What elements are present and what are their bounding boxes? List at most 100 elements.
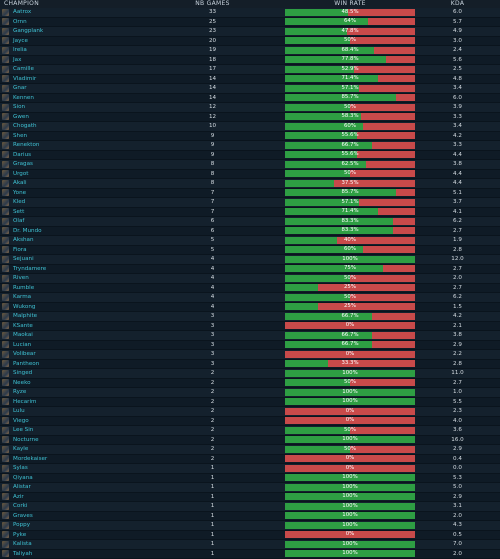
champion-name[interactable]: Akshan	[13, 237, 34, 243]
champion-name[interactable]: Vladimir	[13, 76, 36, 82]
table-row[interactable]: Sylas 1 0% 0.0	[0, 463, 500, 474]
champion-name[interactable]: Chogath	[13, 123, 37, 129]
table-row[interactable]: Aatrox 33 48.5% 6.0	[0, 8, 500, 18]
table-row[interactable]: Neeko 2 50% 2.7	[0, 378, 500, 388]
table-row[interactable]: Hecarim 2 100% 5.5	[0, 397, 500, 407]
table-row[interactable]: Pantheon 3 33.3% 2.8	[0, 359, 500, 369]
champion-name[interactable]: Maokai	[13, 332, 33, 338]
table-row[interactable]: Graves 1 100% 2.0	[0, 511, 500, 521]
champion-name[interactable]: KSante	[13, 323, 33, 329]
table-row[interactable]: Darius 9 55.6% 4.4	[0, 150, 500, 160]
table-row[interactable]: Ryze 2 100% 1.0	[0, 387, 500, 398]
champion-name[interactable]: Rumble	[13, 285, 34, 291]
table-row[interactable]: Jax 18 77.8% 5.6	[0, 55, 500, 65]
champion-name[interactable]: Darius	[13, 152, 31, 158]
table-row[interactable]: Taliyah 1 100% 2.0	[0, 549, 500, 559]
champion-name[interactable]: Gnar	[13, 85, 27, 91]
table-row[interactable]: Mordekaiser 2 0% 0.4	[0, 454, 500, 464]
table-row[interactable]: Poppy 1 100% 4.3	[0, 520, 500, 531]
table-row[interactable]: KSante 3 0% 2.1	[0, 321, 500, 331]
table-row[interactable]: Malphite 3 66.7% 4.2	[0, 311, 500, 322]
champion-name[interactable]: Akali	[13, 180, 27, 186]
champion-name[interactable]: Kled	[13, 199, 25, 205]
champion-name[interactable]: Pantheon	[13, 361, 39, 367]
table-row[interactable]: Akshan 5 40% 1.9	[0, 235, 500, 246]
champion-name[interactable]: Renekton	[13, 142, 39, 148]
champion-name[interactable]: Qiyana	[13, 475, 33, 481]
champion-name[interactable]: Lucian	[13, 342, 31, 348]
table-row[interactable]: Volibear 3 0% 2.2	[0, 349, 500, 360]
table-row[interactable]: Camille 17 52.9% 2.5	[0, 64, 500, 75]
table-row[interactable]: Azir 1 100% 2.9	[0, 492, 500, 502]
table-row[interactable]: Akali 8 37.5% 4.4	[0, 178, 500, 189]
table-row[interactable]: Kled 7 57.1% 3.7	[0, 197, 500, 208]
column-header-champion[interactable]: CHAMPION	[0, 0, 140, 8]
champion-name[interactable]: Corki	[13, 503, 27, 509]
table-row[interactable]: Gnar 14 57.1% 3.4	[0, 83, 500, 94]
table-row[interactable]: Pyke 1 0% 0.5	[0, 530, 500, 540]
champion-name[interactable]: Jax	[13, 57, 21, 63]
champion-name[interactable]: Tryndamere	[13, 266, 46, 272]
table-row[interactable]: Sejuani 4 100% 12.0	[0, 254, 500, 265]
champion-name[interactable]: Dr. Mundo	[13, 228, 42, 234]
table-row[interactable]: Dr. Mundo 6 83.3% 2.7	[0, 226, 500, 236]
table-row[interactable]: Lulu 2 0% 2.3	[0, 406, 500, 417]
champion-name[interactable]: Lulu	[13, 408, 25, 414]
column-header-winrate[interactable]: WIN RATE	[285, 0, 415, 8]
table-row[interactable]: Renekton 9 66.7% 3.3	[0, 140, 500, 151]
champion-name[interactable]: Aatrox	[13, 9, 31, 15]
champion-name[interactable]: Ornn	[13, 19, 27, 25]
champion-name[interactable]: Kennen	[13, 95, 34, 101]
table-row[interactable]: Chogath 10 60% 3.4	[0, 121, 500, 132]
table-row[interactable]: Lucian 3 66.7% 2.9	[0, 340, 500, 350]
champion-name[interactable]: Jayce	[13, 38, 28, 44]
table-row[interactable]: Lee Sin 2 50% 3.6	[0, 425, 500, 436]
champion-name[interactable]: Yone	[13, 190, 26, 196]
champion-name[interactable]: Alistar	[13, 484, 31, 490]
champion-name[interactable]: Poppy	[13, 522, 30, 528]
table-row[interactable]: Gwen 12 58.3% 3.3	[0, 112, 500, 122]
table-row[interactable]: Irelia 19 68.4% 2.4	[0, 45, 500, 56]
table-row[interactable]: Urgot 8 50% 4.4	[0, 169, 500, 179]
champion-name[interactable]: Mordekaiser	[13, 456, 47, 462]
champion-name[interactable]: Pyke	[13, 532, 26, 538]
champion-name[interactable]: Viego	[13, 418, 29, 424]
champion-name[interactable]: Malphite	[13, 313, 37, 319]
champion-name[interactable]: Shen	[13, 133, 27, 139]
champion-name[interactable]: Olaf	[13, 218, 24, 224]
champion-name[interactable]: Irelia	[13, 47, 27, 53]
champion-name[interactable]: Fiora	[13, 247, 27, 253]
table-row[interactable]: Rumble 4 25% 2.7	[0, 283, 500, 293]
champion-name[interactable]: Lee Sin	[13, 427, 33, 433]
champion-name[interactable]: Sett	[13, 209, 24, 215]
table-row[interactable]: Gragas 8 62.5% 3.8	[0, 159, 500, 170]
champion-name[interactable]: Karma	[13, 294, 31, 300]
champion-name[interactable]: Kalista	[13, 541, 32, 547]
table-row[interactable]: Sett 7 71.4% 4.1	[0, 207, 500, 217]
table-row[interactable]: Shen 9 55.6% 4.2	[0, 131, 500, 141]
table-row[interactable]: Kayle 2 50% 2.9	[0, 444, 500, 455]
table-row[interactable]: Yone 7 85.7% 5.1	[0, 188, 500, 198]
champion-name[interactable]: Wukong	[13, 304, 35, 310]
table-row[interactable]: Kennen 14 85.7% 6.0	[0, 93, 500, 103]
column-header-games[interactable]: NB GAMES	[140, 0, 285, 8]
champion-name[interactable]: Sylas	[13, 465, 28, 471]
table-row[interactable]: Gangplank 23 47.8% 4.9	[0, 26, 500, 37]
table-row[interactable]: Fiora 5 60% 2.8	[0, 245, 500, 255]
table-row[interactable]: Ornn 25 64% 5.7	[0, 17, 500, 27]
champion-name[interactable]: Taliyah	[13, 551, 32, 557]
table-row[interactable]: Alistar 1 100% 5.0	[0, 482, 500, 493]
champion-name[interactable]: Azir	[13, 494, 24, 500]
champion-name[interactable]: Volibear	[13, 351, 36, 357]
table-row[interactable]: Olaf 6 83.3% 6.2	[0, 216, 500, 227]
champion-name[interactable]: Sion	[13, 104, 25, 110]
table-row[interactable]: Sion 12 50% 3.9	[0, 102, 500, 113]
champion-name[interactable]: Gangplank	[13, 28, 43, 34]
champion-name[interactable]: Urgot	[13, 171, 28, 177]
champion-name[interactable]: Graves	[13, 513, 33, 519]
champion-name[interactable]: Camille	[13, 66, 34, 72]
table-row[interactable]: Jayce 20 50% 3.0	[0, 36, 500, 46]
champion-name[interactable]: Riven	[13, 275, 29, 281]
champion-name[interactable]: Ryze	[13, 389, 26, 395]
table-row[interactable]: Viego 2 0% 4.0	[0, 416, 500, 426]
